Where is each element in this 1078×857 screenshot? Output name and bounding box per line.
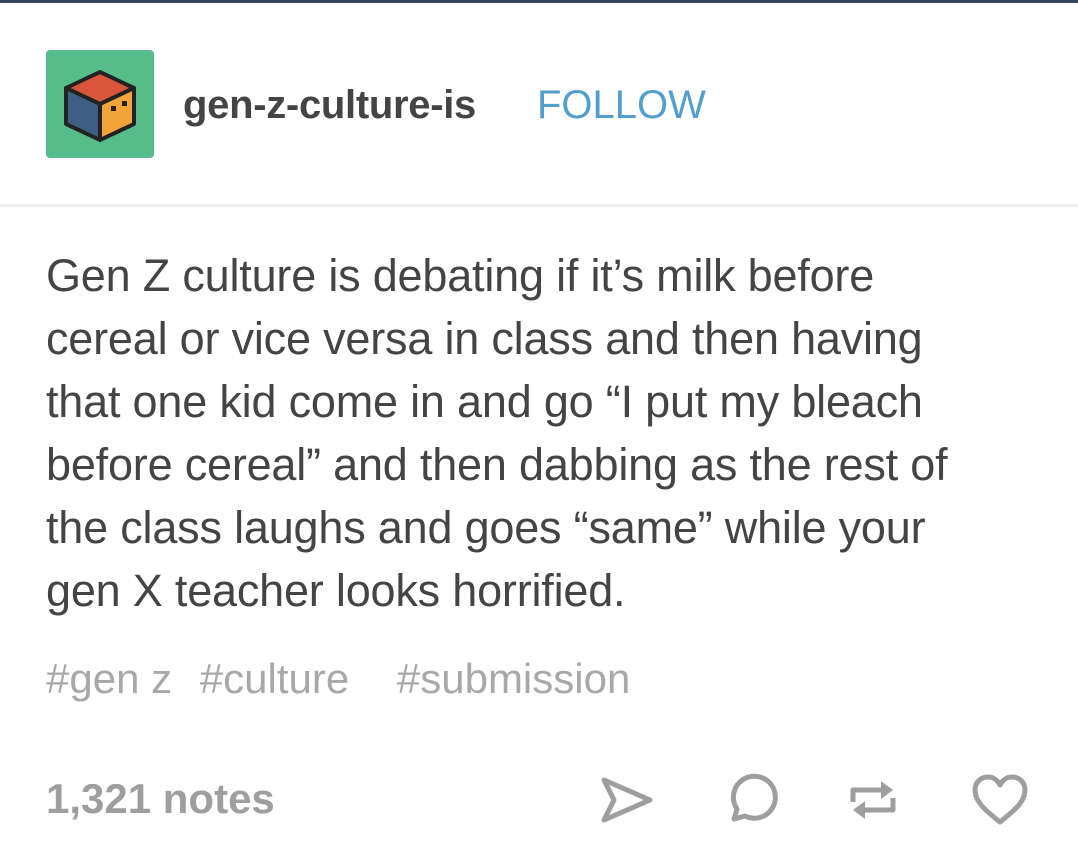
reply-button[interactable] xyxy=(721,770,781,830)
reblog-arrows-icon xyxy=(850,781,896,819)
blog-avatar[interactable] xyxy=(46,50,154,158)
body-line: Gen Z culture is debating if it’s milk b… xyxy=(46,250,875,301)
post-tags: #gen z #culture #submission xyxy=(46,652,630,706)
notes-count[interactable]: 1,321 notes xyxy=(46,772,275,826)
cube-avatar-icon xyxy=(64,70,136,142)
body-line: before cereal” and then dabbing as the r… xyxy=(46,439,948,490)
body-line: gen X teacher looks horrified. xyxy=(46,565,626,616)
body-line: that one kid come in and go “I put my bl… xyxy=(46,376,923,427)
tag-submission[interactable]: #submission xyxy=(397,652,630,706)
tag-gen-z[interactable]: #gen z xyxy=(46,652,172,706)
speech-bubble-icon xyxy=(730,773,778,822)
reblog-button[interactable] xyxy=(843,770,903,830)
post-header: gen-z-culture-is FOLLOW xyxy=(0,3,1078,207)
post-body: Gen Z culture is debating if it’s milk b… xyxy=(46,244,1046,622)
body-line: cereal or vice versa in class and then h… xyxy=(46,313,923,364)
tag-culture[interactable]: #culture xyxy=(200,652,349,706)
follow-button[interactable]: FOLLOW xyxy=(537,81,706,129)
paper-plane-icon xyxy=(601,777,653,823)
blog-name[interactable]: gen-z-culture-is xyxy=(183,81,476,129)
like-button[interactable] xyxy=(970,770,1030,830)
body-line: the class laughs and goes “same” while y… xyxy=(46,502,926,553)
tumblr-post: gen-z-culture-is FOLLOW Gen Z culture is… xyxy=(0,0,1078,857)
heart-icon xyxy=(972,774,1028,825)
share-button[interactable] xyxy=(596,770,656,830)
